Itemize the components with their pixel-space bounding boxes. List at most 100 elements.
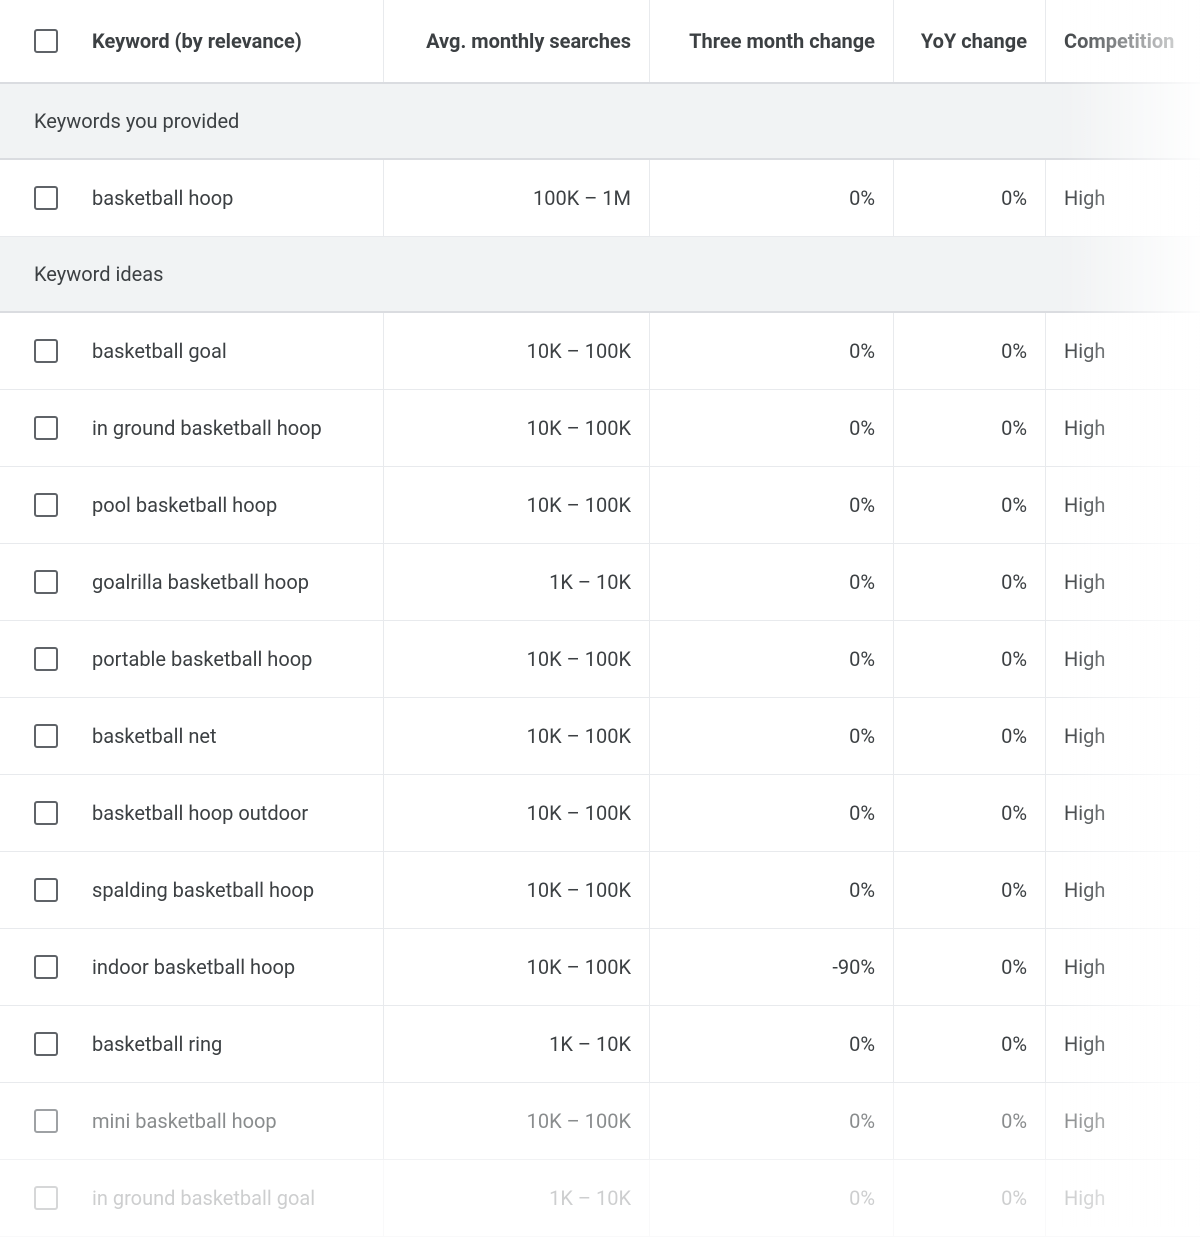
keyword-text: basketball ring <box>92 1032 222 1056</box>
keyword-cell: basketball ring <box>0 1006 384 1082</box>
avg-searches-cell: 10K – 100K <box>384 467 650 543</box>
row-checkbox[interactable] <box>34 801 58 825</box>
keyword-text: mini basketball hoop <box>92 1109 277 1133</box>
yoy-cell: 0% <box>894 852 1046 928</box>
keyword-text: basketball hoop outdoor <box>92 801 308 825</box>
yoy-cell: 0% <box>894 698 1046 774</box>
yoy-cell: 0% <box>894 1083 1046 1159</box>
avg-searches-cell: 10K – 100K <box>384 390 650 466</box>
header-competition[interactable]: Competition <box>1046 0 1200 82</box>
competition-cell: High <box>1046 1006 1200 1082</box>
competition-cell: High <box>1046 698 1200 774</box>
three-month-cell: -90% <box>650 929 894 1005</box>
keyword-text: in ground basketball goal <box>92 1186 315 1210</box>
keyword-text: basketball goal <box>92 339 227 363</box>
table-row: in ground basketball hoop10K – 100K0%0%H… <box>0 390 1200 467</box>
three-month-cell: 0% <box>650 775 894 851</box>
keyword-text: pool basketball hoop <box>92 493 277 517</box>
three-month-cell: 0% <box>650 1083 894 1159</box>
table-header-row: Keyword (by relevance) Avg. monthly sear… <box>0 0 1200 84</box>
competition-cell: High <box>1046 1160 1200 1236</box>
competition-cell: High <box>1046 313 1200 389</box>
avg-searches-cell: 1K – 10K <box>384 1160 650 1236</box>
competition-cell: High <box>1046 1083 1200 1159</box>
three-month-cell: 0% <box>650 160 894 236</box>
keyword-cell: in ground basketball hoop <box>0 390 384 466</box>
three-month-cell: 0% <box>650 390 894 466</box>
row-checkbox[interactable] <box>34 186 58 210</box>
competition-cell: High <box>1046 467 1200 543</box>
row-checkbox[interactable] <box>34 1109 58 1133</box>
keyword-cell: indoor basketball hoop <box>0 929 384 1005</box>
yoy-cell: 0% <box>894 775 1046 851</box>
row-checkbox[interactable] <box>34 1032 58 1056</box>
three-month-cell: 0% <box>650 544 894 620</box>
avg-searches-cell: 1K – 10K <box>384 544 650 620</box>
table-row: basketball hoop outdoor10K – 100K0%0%Hig… <box>0 775 1200 852</box>
avg-searches-cell: 10K – 100K <box>384 929 650 1005</box>
row-checkbox[interactable] <box>34 955 58 979</box>
keyword-cell: mini basketball hoop <box>0 1083 384 1159</box>
section-provided: Keywords you provided <box>0 84 1200 160</box>
yoy-cell: 0% <box>894 1160 1046 1236</box>
avg-searches-cell: 10K – 100K <box>384 621 650 697</box>
competition-cell: High <box>1046 929 1200 1005</box>
header-keyword[interactable]: Keyword (by relevance) <box>92 29 302 53</box>
competition-cell: High <box>1046 390 1200 466</box>
table-row: basketball net10K – 100K0%0%High <box>0 698 1200 775</box>
header-three-month[interactable]: Three month change <box>650 0 894 82</box>
three-month-cell: 0% <box>650 1006 894 1082</box>
competition-cell: High <box>1046 852 1200 928</box>
yoy-cell: 0% <box>894 467 1046 543</box>
table-row: basketball ring1K – 10K0%0%High <box>0 1006 1200 1083</box>
three-month-cell: 0% <box>650 1160 894 1236</box>
section-provided-label: Keywords you provided <box>34 109 239 133</box>
keyword-cell: in ground basketball goal <box>0 1160 384 1236</box>
competition-cell: High <box>1046 775 1200 851</box>
keyword-cell: spalding basketball hoop <box>0 852 384 928</box>
keyword-cell: basketball hoop outdoor <box>0 775 384 851</box>
yoy-cell: 0% <box>894 160 1046 236</box>
competition-cell: High <box>1046 544 1200 620</box>
table-row: portable basketball hoop10K – 100K0%0%Hi… <box>0 621 1200 698</box>
row-checkbox[interactable] <box>34 339 58 363</box>
three-month-cell: 0% <box>650 313 894 389</box>
competition-cell: High <box>1046 621 1200 697</box>
avg-searches-cell: 10K – 100K <box>384 313 650 389</box>
keyword-text: basketball hoop <box>92 186 233 210</box>
yoy-cell: 0% <box>894 390 1046 466</box>
table-row: basketball hoop100K – 1M0%0%High <box>0 160 1200 237</box>
row-checkbox[interactable] <box>34 878 58 902</box>
section-ideas-label: Keyword ideas <box>34 262 163 286</box>
keyword-cell: basketball goal <box>0 313 384 389</box>
row-checkbox[interactable] <box>34 647 58 671</box>
avg-searches-cell: 10K – 100K <box>384 852 650 928</box>
three-month-cell: 0% <box>650 698 894 774</box>
row-checkbox[interactable] <box>34 1186 58 1210</box>
keyword-text: portable basketball hoop <box>92 647 312 671</box>
keyword-table: Keyword (by relevance) Avg. monthly sear… <box>0 0 1200 1237</box>
row-checkbox[interactable] <box>34 416 58 440</box>
header-yoy[interactable]: YoY change <box>894 0 1046 82</box>
avg-searches-cell: 100K – 1M <box>384 160 650 236</box>
yoy-cell: 0% <box>894 544 1046 620</box>
three-month-cell: 0% <box>650 467 894 543</box>
competition-cell: High <box>1046 160 1200 236</box>
row-checkbox[interactable] <box>34 724 58 748</box>
table-row: goalrilla basketball hoop1K – 10K0%0%Hig… <box>0 544 1200 621</box>
keyword-text: in ground basketball hoop <box>92 416 322 440</box>
table-row: pool basketball hoop10K – 100K0%0%High <box>0 467 1200 544</box>
yoy-cell: 0% <box>894 929 1046 1005</box>
row-checkbox[interactable] <box>34 493 58 517</box>
select-all-checkbox[interactable] <box>34 29 58 53</box>
header-avg-searches[interactable]: Avg. monthly searches <box>384 0 650 82</box>
avg-searches-cell: 10K – 100K <box>384 698 650 774</box>
table-row: in ground basketball goal1K – 10K0%0%Hig… <box>0 1160 1200 1237</box>
keyword-text: basketball net <box>92 724 217 748</box>
keyword-cell: goalrilla basketball hoop <box>0 544 384 620</box>
keyword-cell: basketball net <box>0 698 384 774</box>
header-keyword-cell: Keyword (by relevance) <box>0 0 384 82</box>
three-month-cell: 0% <box>650 621 894 697</box>
keyword-text: goalrilla basketball hoop <box>92 570 309 594</box>
row-checkbox[interactable] <box>34 570 58 594</box>
